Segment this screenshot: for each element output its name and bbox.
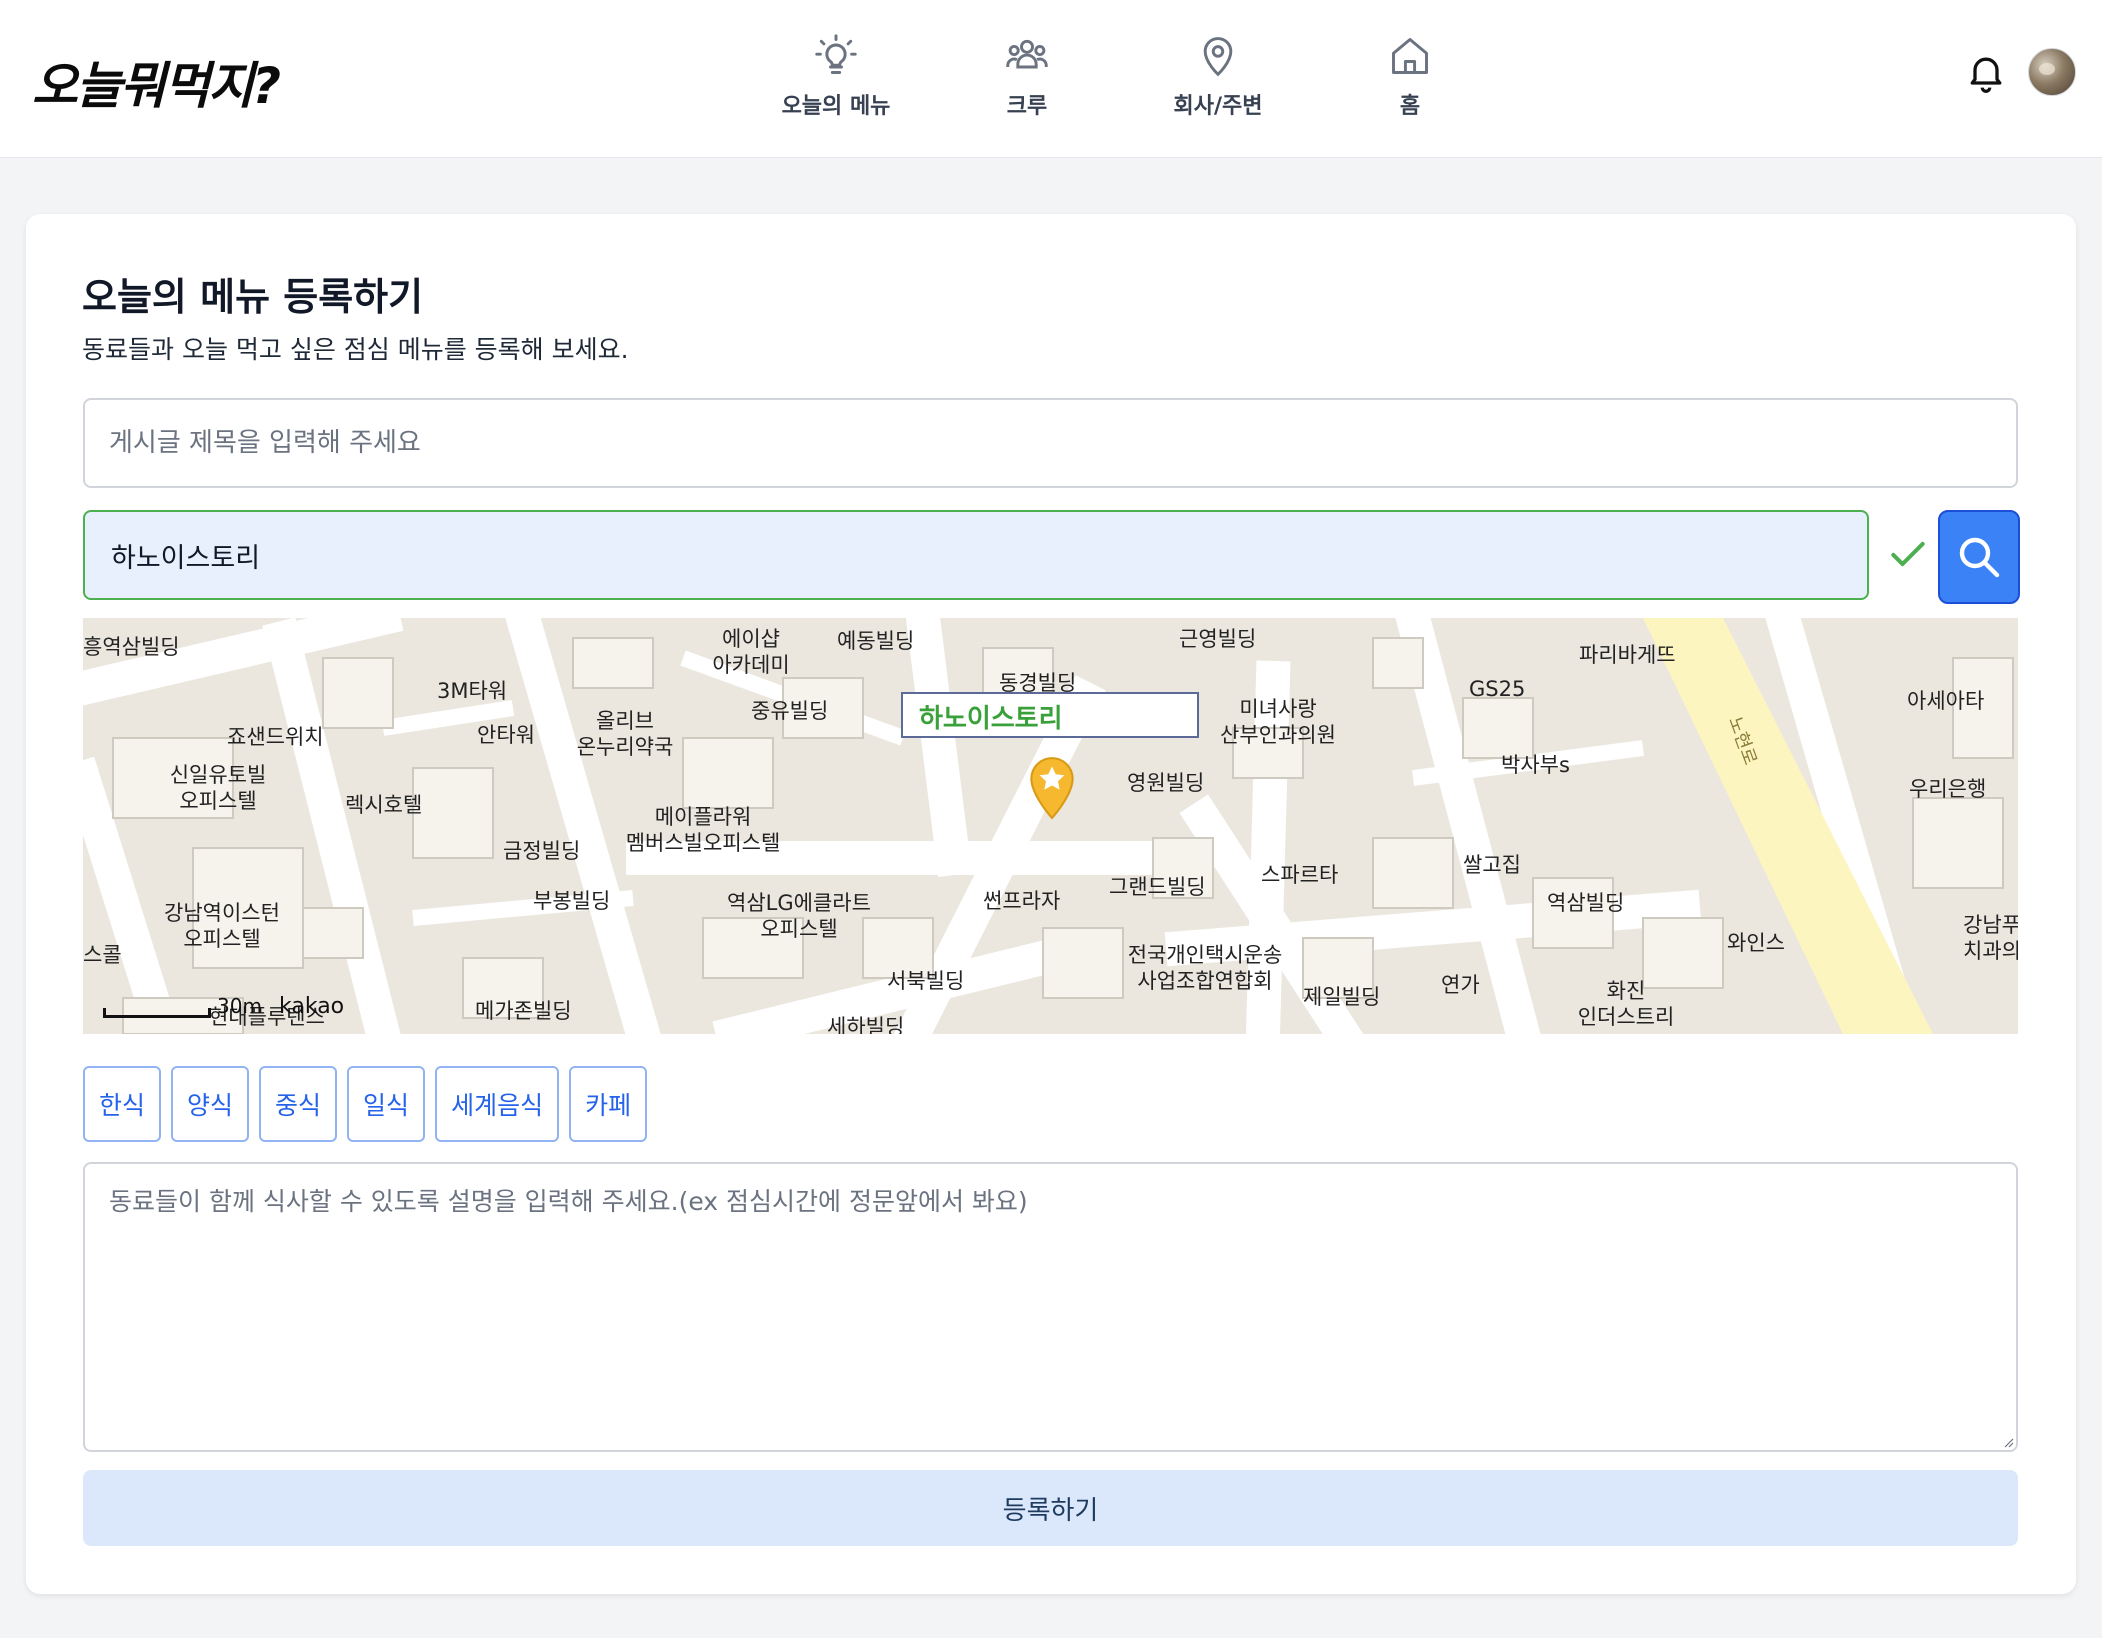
map-label: 파리바게뜨 (1579, 643, 1676, 667)
map-label: 영원빌딩 (1127, 771, 1205, 795)
map-label: 에이샵 아카데미 (712, 627, 790, 677)
map-label: 미녀사랑 산부인과의원 (1220, 697, 1336, 747)
top-header: 오늘뭐먹지? 오늘의 메뉴 크루 회사/주변 홈 (0, 0, 2102, 158)
map-label: 제일빌딩 (1303, 985, 1381, 1009)
page-description: 동료들과 오늘 먹고 싶은 점심 메뉴를 등록해 보세요. (82, 335, 629, 364)
selected-place-info: 하노이스토리 (901, 692, 1199, 738)
home-icon (1392, 38, 1428, 74)
nav-crew[interactable]: 크루 (947, 34, 1107, 120)
check-icon (1891, 541, 1925, 567)
map-label: 올리브 온누리약국 (576, 709, 674, 759)
map-label: 흥역삼빌딩 (83, 635, 180, 659)
map-label: 메가존빌딩 (475, 999, 572, 1023)
user-avatar[interactable] (2028, 48, 2076, 96)
map-label: 부봉빌딩 (533, 889, 611, 913)
nav-label-company-nearby: 회사/주변 (1173, 94, 1263, 119)
map-label: 썬프라자 (983, 889, 1061, 913)
bell-icon[interactable] (1964, 50, 2008, 94)
map-label: 쌀고집 (1463, 853, 1521, 877)
nav-label-home: 홈 (1399, 94, 1421, 119)
map-label: 렉시호텔 (345, 793, 423, 817)
category-cafe[interactable]: 카페 (569, 1066, 648, 1142)
category-chinese[interactable]: 중식 (259, 1066, 338, 1142)
map-label: 박사부s (1501, 753, 1570, 777)
nav-today-menu[interactable]: 오늘의 메뉴 (756, 34, 916, 120)
map-attribution: kakao (279, 994, 345, 1019)
map-label: 연가 (1441, 973, 1480, 997)
map-label: 3M타워 (437, 679, 508, 703)
map-scale-bar (103, 1008, 211, 1018)
submit-button[interactable]: 등록하기 (83, 1470, 2018, 1546)
map-label: 메이플라워 멤버스빌오피스텔 (625, 805, 781, 855)
category-western[interactable]: 양식 (171, 1066, 250, 1142)
resize-grip-icon[interactable] (2002, 1436, 2014, 1448)
app-logo[interactable]: 오늘뭐먹지? (32, 46, 281, 118)
map-label: 그랜드빌딩 (1109, 875, 1206, 899)
category-japanese[interactable]: 일식 (347, 1066, 426, 1142)
map-label: 강남푸른 치과의원 (1963, 913, 2018, 963)
map-label: 와인스 (1727, 931, 1785, 955)
nav-company-nearby[interactable]: 회사/주변 (1138, 34, 1298, 120)
map-label: GS25 (1469, 677, 1526, 701)
map-label: 스콜 (83, 943, 122, 967)
category-chips: 한식 양식 중식 일식 세계음식 카페 (83, 1066, 648, 1142)
search-icon (1959, 537, 2000, 578)
category-korean[interactable]: 한식 (83, 1066, 162, 1142)
map-label: 화진 인더스트리 (1577, 979, 1675, 1029)
place-search-input[interactable] (83, 510, 1869, 600)
map-pin-icon (1203, 37, 1233, 77)
map-label: 신일유토빌 오피스텔 (169, 763, 267, 813)
nav-home[interactable]: 홈 (1330, 34, 1490, 120)
nav-label-today-menu: 오늘의 메뉴 (781, 94, 891, 119)
map-label: 죠샌드위치 (227, 725, 324, 749)
map-label: 서북빌딩 (887, 969, 965, 993)
page-title: 오늘의 메뉴 등록하기 (82, 275, 424, 319)
map-label: 중유빌딩 (751, 699, 829, 723)
map-label: 근영빌딩 (1179, 627, 1257, 651)
map-scale-text: 30m (217, 994, 262, 1018)
map-label: 역삼LG에클라트 오피스텔 (727, 891, 871, 941)
map-label: 전국개인택시운송 사업조합연합회 (1127, 943, 1283, 993)
place-search-button[interactable] (1938, 510, 2020, 604)
map-label: 아세아타 (1907, 689, 1985, 713)
place-map[interactable]: 흥역삼빌딩 에이샵 아카데미 예동빌딩 근영빌딩 파리바게뜨 3M타워 동경빌딩… (83, 618, 2018, 1034)
map-label: 안타워 (477, 723, 535, 747)
map-label: 역삼빌딩 (1547, 891, 1625, 915)
map-marker-icon[interactable] (1027, 754, 1077, 820)
description-textarea[interactable] (83, 1162, 2018, 1452)
nav-label-crew: 크루 (1006, 94, 1048, 119)
lightbulb-icon (815, 34, 857, 74)
map-label: 예동빌딩 (837, 629, 915, 653)
map-label: 스파르타 (1261, 863, 1339, 887)
map-label: 강남역이스턴 오피스텔 (164, 901, 280, 951)
map-label: 세하빌딩 (827, 1015, 905, 1034)
post-title-input[interactable] (83, 398, 2018, 488)
users-icon (1006, 39, 1048, 69)
category-world[interactable]: 세계음식 (435, 1066, 560, 1142)
map-label: 우리은행 (1909, 777, 1987, 801)
map-label: 금정빌딩 (503, 839, 581, 863)
menu-register-card: 오늘의 메뉴 등록하기 동료들과 오늘 먹고 싶은 점심 메뉴를 등록해 보세요… (26, 214, 2076, 1594)
